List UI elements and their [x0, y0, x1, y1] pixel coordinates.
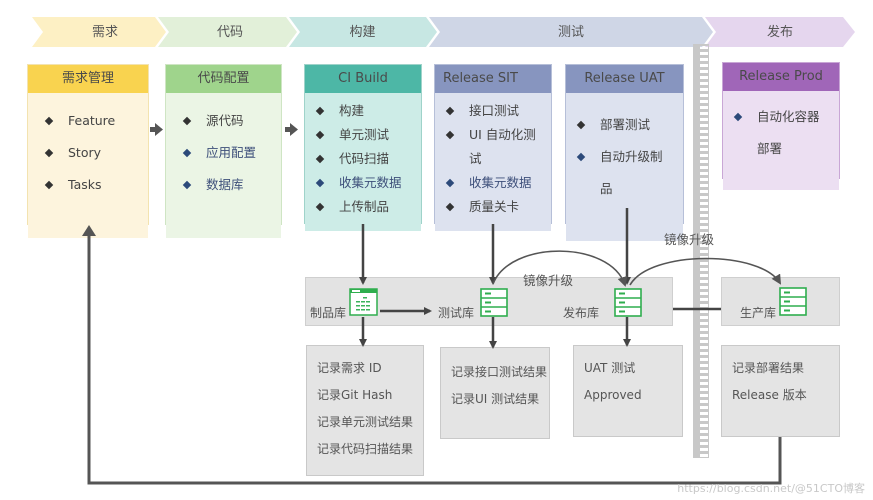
upgrade-label-release-to-production: 镜像升级	[664, 232, 715, 247]
watermark: https://blog.csdn.net/@51CTO博客	[677, 482, 865, 495]
server-stack-icon	[480, 288, 508, 317]
upgrade-label-test-to-release: 镜像升级	[523, 273, 574, 288]
server-stack-icon	[614, 288, 642, 317]
connectors	[82, 123, 807, 485]
folder-table-icon	[349, 288, 378, 316]
feedback-loop-connector	[87, 234, 782, 485]
arrow-code-to-build	[285, 123, 298, 136]
feedback-arrowhead	[82, 225, 96, 236]
release-to-production-upgrade-arc	[629, 257, 782, 286]
arrow-requirements-to-code	[150, 123, 163, 136]
server-stack-icon	[779, 287, 807, 316]
